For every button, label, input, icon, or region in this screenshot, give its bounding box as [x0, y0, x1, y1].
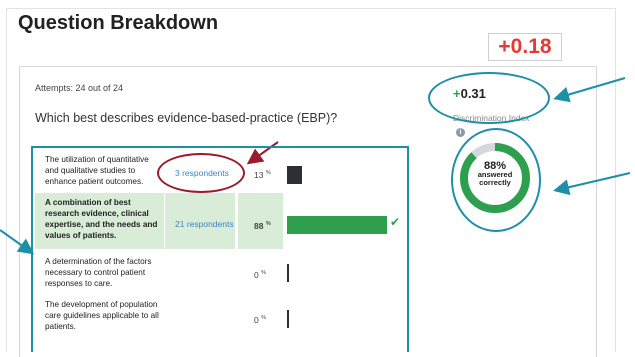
answer-bar	[287, 264, 289, 282]
answer-percent: 0 %	[254, 268, 266, 281]
answer-percent: 88 %	[254, 219, 271, 232]
annotation-ellipse-discrimination	[428, 72, 550, 124]
percent-sign: %	[265, 221, 271, 227]
answer-bar	[287, 166, 302, 184]
question-text: Which best describes evidence-based-prac…	[35, 111, 338, 125]
answer-percent-value: 88	[254, 220, 264, 231]
respondents-link[interactable]: 21 respondents	[175, 219, 234, 230]
answer-percent-value: 13	[254, 169, 264, 180]
info-icon[interactable]: i	[456, 128, 465, 137]
answer-percent: 13 %	[254, 168, 271, 181]
answer-percent: 0 %	[254, 313, 266, 326]
page-title: Question Breakdown	[18, 12, 219, 34]
correct-check-icon: ✔	[390, 215, 401, 229]
answer-text: A combination of best research evidence,…	[45, 198, 158, 240]
answer-bar	[287, 216, 387, 234]
answer-percent-value: 0	[254, 314, 259, 325]
answer-bar	[287, 310, 289, 328]
answer-percent-value: 0	[254, 269, 259, 280]
attempts-count: Attempts: 24 out of 24	[35, 83, 124, 93]
percent-sign: %	[265, 170, 271, 176]
percent-sign: %	[261, 315, 266, 321]
respondents-link[interactable]: 3 respondents	[175, 168, 229, 179]
answer-text: The development of population care guide…	[45, 300, 159, 331]
score-badge: +0.18	[488, 33, 562, 61]
answer-text: A determination of the factors necessary…	[45, 257, 152, 288]
percent-sign: %	[261, 270, 266, 276]
answer-text: The utilization of quantitative and qual…	[45, 155, 149, 186]
annotation-ellipse-donut	[451, 128, 541, 232]
